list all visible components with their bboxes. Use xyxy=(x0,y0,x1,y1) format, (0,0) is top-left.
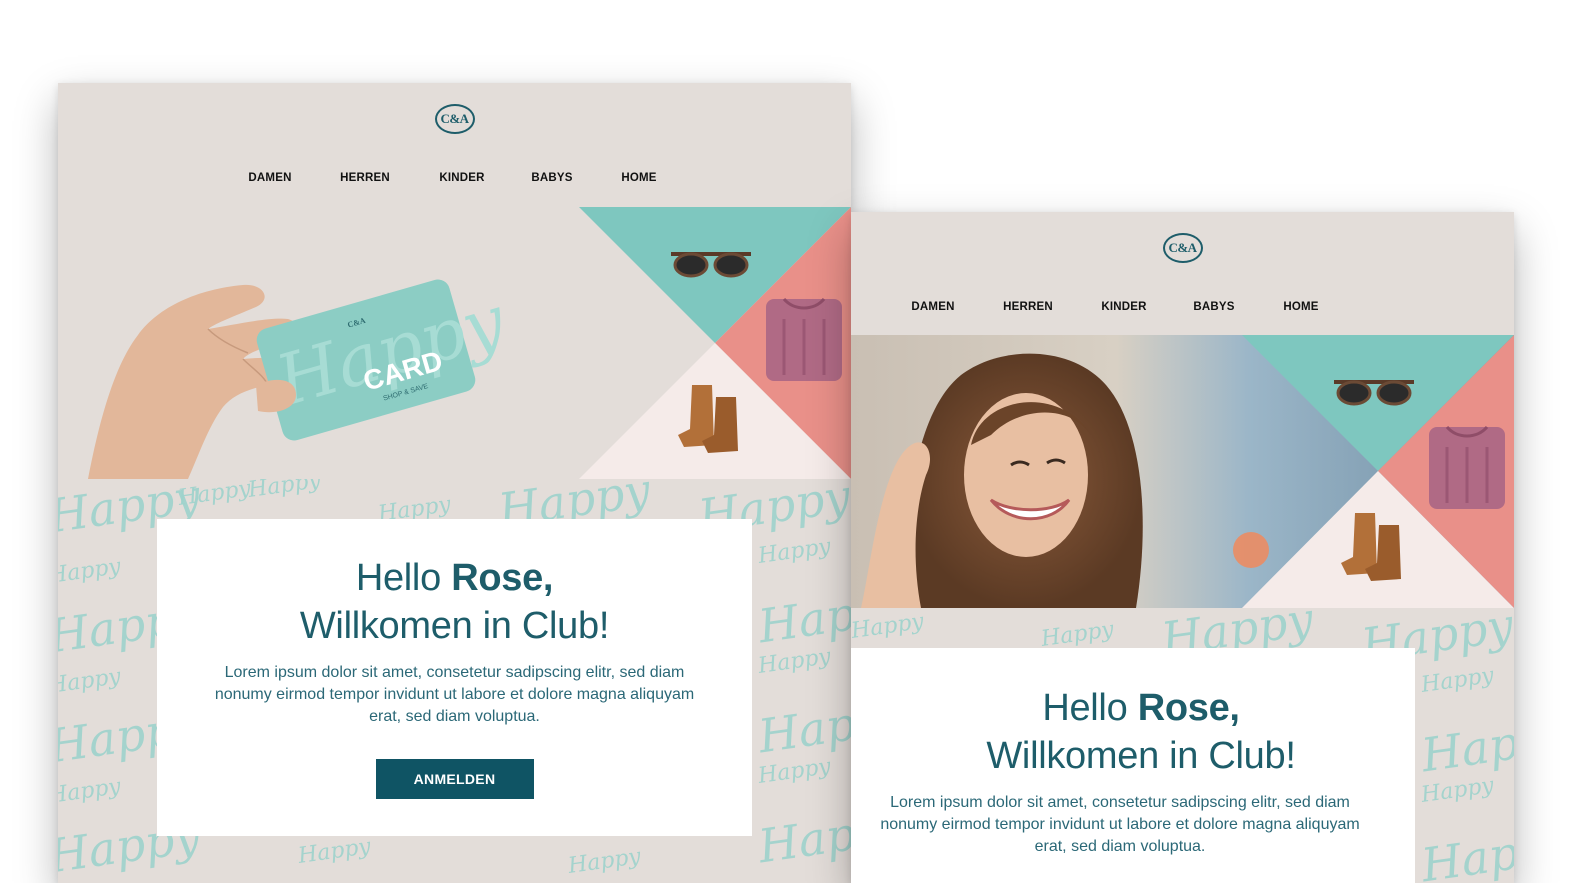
hero-banner xyxy=(851,335,1514,608)
sweater-icon xyxy=(766,297,842,381)
nav-home[interactable]: HOME xyxy=(1283,301,1318,313)
nav-kinder[interactable]: KINDER xyxy=(439,172,484,184)
nav-herren[interactable]: HERREN xyxy=(1003,301,1053,313)
nav-home[interactable]: HOME xyxy=(621,172,656,184)
email-mockup-photo: C&A DAMEN HERREN KINDER BABYS HOME Happy… xyxy=(851,212,1514,883)
welcome-body: Lorem ipsum dolor sit amet, consetetur s… xyxy=(880,794,1360,855)
nav-babys[interactable]: BABYS xyxy=(1193,301,1234,313)
anmelden-button[interactable]: ANMELDEN xyxy=(375,759,534,799)
welcome-card: Hello Rose, Willkomen in Club! Lorem ips… xyxy=(157,519,752,836)
brand-logo[interactable]: C&A xyxy=(434,104,475,134)
nav-babys[interactable]: BABYS xyxy=(531,172,572,184)
brand-logo[interactable]: C&A xyxy=(1162,233,1203,263)
welcome-heading: Hello Rose, Willkomen in Club! xyxy=(986,687,1296,777)
nav-damen[interactable]: DAMEN xyxy=(911,301,954,313)
welcome-body: Lorem ipsum dolor sit amet, consetetur s… xyxy=(214,664,695,725)
nav-herren[interactable]: HERREN xyxy=(340,172,390,184)
hero-banner: Happy CARD SHOP & SAVE C&A xyxy=(58,207,851,479)
welcome-card: Hello Rose, Willkomen in Club! Lorem ips… xyxy=(851,648,1415,883)
email-mockup-happy-card: C&A DAMEN HERREN KINDER BABYS HOME Happy… xyxy=(58,83,851,883)
nav-kinder[interactable]: KINDER xyxy=(1101,301,1146,313)
welcome-heading: Hello Rose, Willkomen in Club! xyxy=(299,557,610,647)
nav-damen[interactable]: DAMEN xyxy=(248,172,291,184)
happy-card-illustration: Happy CARD SHOP & SAVE C&A xyxy=(256,279,515,441)
sweater-icon xyxy=(1429,425,1505,509)
